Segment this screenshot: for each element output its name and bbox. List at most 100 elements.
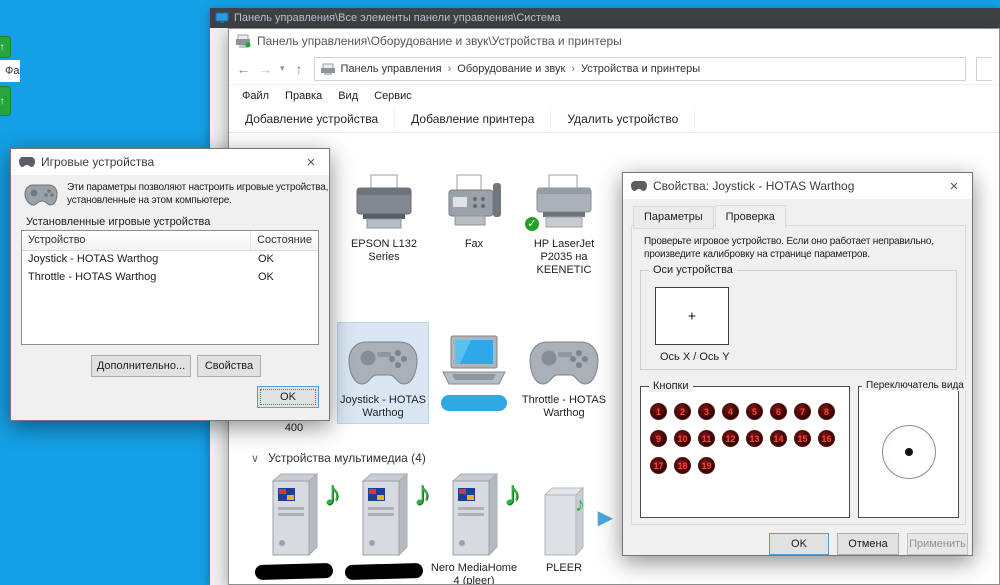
tab-settings[interactable]: Параметры [633, 206, 714, 229]
crosshair-icon: + [687, 307, 697, 324]
table-row[interactable]: Joystick - HOTAS Warthog OK [22, 251, 318, 269]
breadcrumb-item[interactable]: Оборудование и звук [457, 63, 565, 75]
breadcrumb-item[interactable]: Панель управления [341, 63, 442, 75]
device-hp-laserjet[interactable]: ✓ HP LaserJet P2035 на KEENETIC [519, 167, 609, 277]
media-player-icon: ♪ ▶ [519, 469, 613, 557]
navigation-bar: ← → ▾ ↑ Панель управления › Оборудование… [229, 53, 999, 85]
device-throttle[interactable]: Throttle - HOTAS Warthog [519, 323, 609, 420]
dialog-titlebar[interactable]: Свойства: Joystick - HOTAS Warthog × [623, 173, 972, 199]
media-device-pleer[interactable]: ♪ ▶ PLEER [519, 469, 613, 575]
joystick-button-indicator: 11 [698, 430, 715, 447]
menu-view[interactable]: Вид [330, 88, 366, 104]
media-server-icon: ♪ [339, 469, 431, 557]
group-header-multimedia[interactable]: ∨ Устройства мультимедиа (4) [251, 451, 426, 465]
devices-titlebar[interactable]: Панель управления\Оборудование и звук\Ус… [229, 29, 999, 53]
censored-label [254, 562, 334, 581]
advanced-button[interactable]: Дополнительно... [91, 355, 191, 377]
column-header-device[interactable]: Устройство [22, 231, 252, 250]
breadcrumb-item[interactable]: Устройства и принтеры [581, 63, 700, 75]
apply-button[interactable]: Применить [907, 533, 968, 555]
game-devices-table: Устройство Состояние Joystick - HOTAS Wa… [21, 230, 319, 345]
pov-group-label: Переключатель вида [862, 380, 968, 391]
column-header-status[interactable]: Состояние [251, 231, 318, 250]
properties-button[interactable]: Свойства [197, 355, 261, 377]
collapse-chevron-icon[interactable]: ∨ [251, 452, 259, 465]
desktop-shortcut-icon[interactable]: ↑ [0, 36, 11, 58]
joystick-button-indicator: 1 [650, 403, 667, 420]
desktop-shortcut-icon[interactable]: ↑ [0, 86, 11, 116]
music-note-icon: ♪ [575, 494, 585, 516]
joystick-button-indicator: 16 [818, 430, 835, 447]
search-input[interactable] [976, 56, 992, 81]
add-printer-button[interactable]: Добавление принтера [395, 107, 552, 131]
axes-label: Ось X / Ось Y [660, 351, 730, 363]
device-label: HP LaserJet P2035 на KEENETIC [533, 238, 595, 276]
media-device-2[interactable]: ♪ [339, 469, 431, 581]
pov-hat-indicator [881, 425, 936, 479]
default-check-icon: ✓ [523, 215, 541, 233]
joystick-button-indicator: 14 [770, 430, 787, 447]
joystick-properties-dialog: Свойства: Joystick - HOTAS Warthog × Пар… [622, 172, 973, 556]
menu-service[interactable]: Сервис [366, 88, 420, 104]
device-joystick[interactable]: Joystick - HOTAS Warthog [337, 322, 429, 424]
gamepad-icon [519, 323, 609, 389]
printer-icon: ✓ [519, 167, 609, 233]
xy-axes-indicator: + [655, 287, 729, 345]
printer-icon [339, 167, 429, 233]
joystick-button-indicator: 6 [770, 403, 787, 420]
devices-window-title: Панель управления\Оборудование и звук\Ус… [257, 34, 622, 48]
joystick-button-indicator: 18 [674, 457, 691, 474]
cell-device: Throttle - HOTAS Warthog [28, 271, 157, 283]
joystick-button-indicator: 12 [722, 430, 739, 447]
joystick-button-indicator: 4 [722, 403, 739, 420]
ok-button[interactable]: OK [769, 533, 829, 555]
table-row[interactable]: Throttle - HOTAS Warthog OK [22, 269, 318, 287]
joystick-button-indicator: 8 [818, 403, 835, 420]
media-server-icon: ♪ [429, 469, 521, 557]
device-label: Nero MediaHome 4 (pleer) [430, 562, 518, 584]
add-device-button[interactable]: Добавление устройства [229, 107, 396, 131]
cell-status: OK [258, 271, 274, 283]
test-tab-panel: Проверьте игровое устройство. Если оно р… [631, 225, 968, 525]
device-fax[interactable]: Fax [429, 167, 519, 251]
dialog-title: Свойства: Joystick - HOTAS Warthog [653, 179, 855, 193]
dialog-title: Игровые устройства [41, 155, 155, 169]
monitor-icon [215, 12, 229, 23]
close-icon[interactable]: × [293, 149, 329, 175]
close-icon[interactable]: × [936, 173, 972, 199]
back-icon[interactable]: ← [236, 61, 251, 77]
buttons-group-label: Кнопки [649, 380, 693, 392]
dialog-titlebar[interactable]: Игровые устройства × [11, 149, 329, 175]
tab-test[interactable]: Проверка [714, 205, 786, 228]
history-dropdown-icon[interactable]: ▾ [280, 63, 285, 74]
test-description: Проверьте игровое устройство. Если оно р… [644, 236, 934, 260]
cell-status: OK [258, 253, 274, 265]
axes-group-label: Оси устройства [649, 264, 737, 276]
joystick-button-indicator: 2 [674, 403, 691, 420]
system-titlebar[interactable]: Панель управления\Все элементы панели уп… [210, 8, 1000, 28]
joystick-button-indicator: 19 [698, 457, 715, 474]
media-device-1[interactable]: ♪ [249, 469, 341, 581]
ok-button[interactable]: OK [257, 386, 319, 408]
menu-edit[interactable]: Правка [277, 88, 330, 104]
menu-file[interactable]: Файл [234, 88, 277, 104]
gamepad-icon [631, 181, 647, 191]
gamepad-icon [24, 184, 58, 206]
media-device-nero[interactable]: ♪ Nero MediaHome 4 (pleer) [429, 469, 521, 584]
remove-device-button[interactable]: Удалить устройство [551, 107, 696, 131]
joystick-button-indicator: 10 [674, 430, 691, 447]
up-icon[interactable]: ↑ [292, 61, 307, 77]
pov-dot [904, 448, 913, 456]
forward-icon[interactable]: → [258, 61, 273, 77]
device-epson[interactable]: EPSON L132 Series [339, 167, 429, 264]
breadcrumb[interactable]: Панель управления › Оборудование и звук … [313, 56, 966, 81]
devices-icon [236, 34, 251, 48]
media-server-icon: ♪ [249, 469, 341, 557]
joystick-button-indicator: 9 [650, 430, 667, 447]
joystick-button-indicator: 15 [794, 430, 811, 447]
joystick-button-indicator: 17 [650, 457, 667, 474]
breadcrumb-separator-icon: › [571, 62, 575, 75]
laptop-icon [429, 323, 519, 389]
cancel-button[interactable]: Отмена [837, 533, 899, 555]
device-laptop[interactable] [429, 323, 519, 411]
